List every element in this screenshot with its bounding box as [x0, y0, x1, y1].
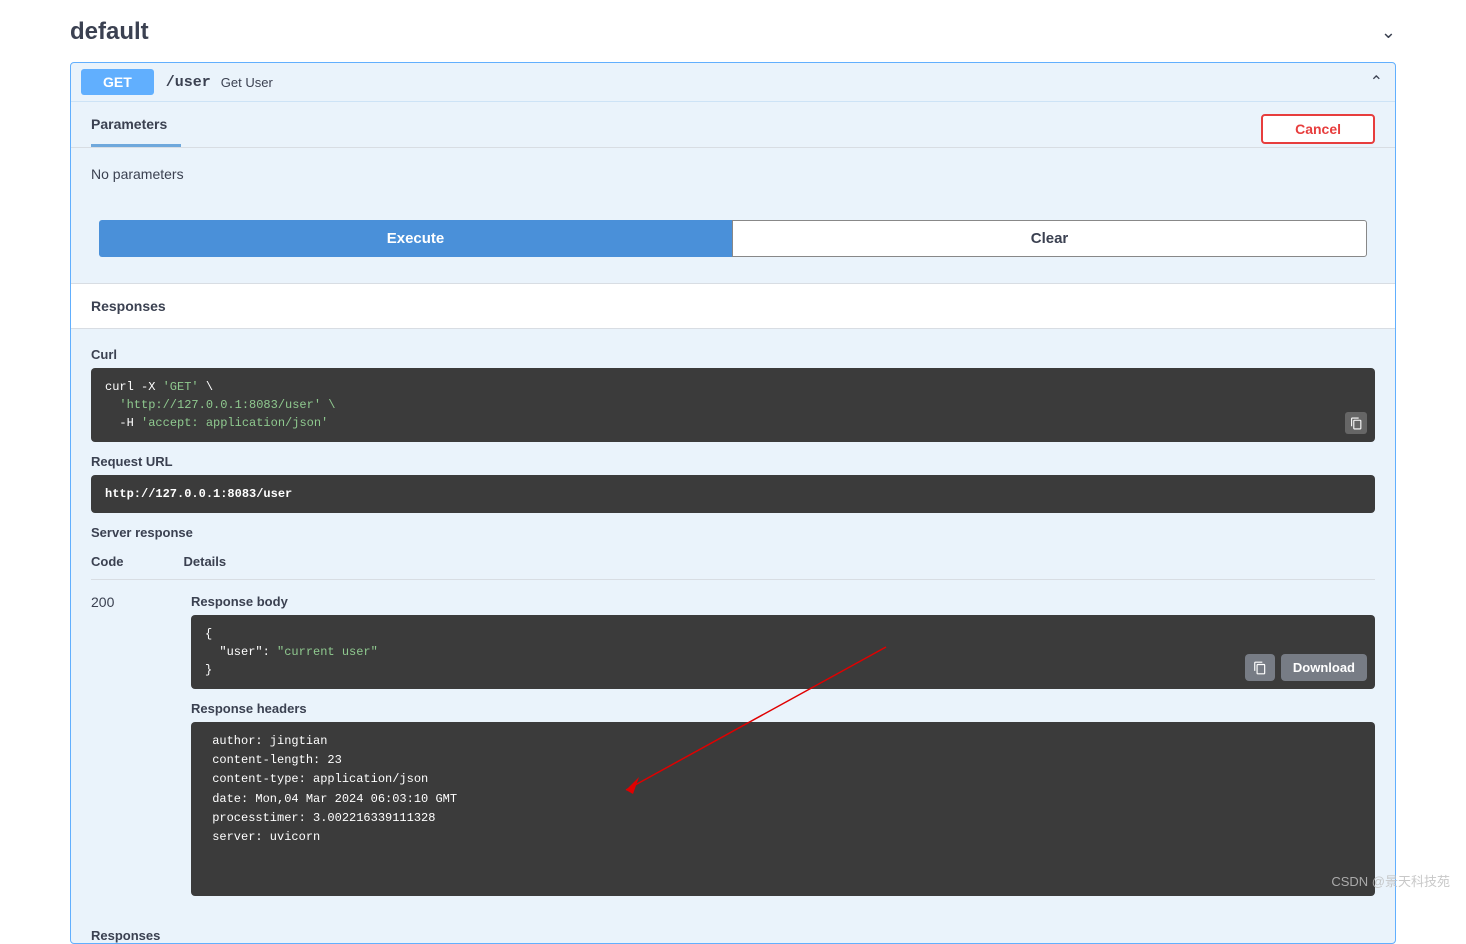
- operation-summary: Get User: [221, 75, 273, 90]
- section-title: default: [70, 18, 149, 46]
- response-body-label: Response body: [191, 594, 1375, 609]
- clear-button[interactable]: Clear: [732, 220, 1367, 257]
- chevron-down-icon[interactable]: ⌄: [1381, 22, 1396, 43]
- download-button[interactable]: Download: [1281, 654, 1367, 681]
- response-body-block: { "user": "current user" } Download: [191, 615, 1375, 689]
- responses-footer-label: Responses: [71, 914, 1395, 943]
- tab-parameters[interactable]: Parameters: [91, 116, 167, 142]
- body-sep: :: [263, 645, 277, 659]
- columns-header: Code Details: [91, 554, 1375, 580]
- operation-body: Parameters Cancel No parameters Execute …: [71, 101, 1395, 943]
- cancel-button[interactable]: Cancel: [1261, 114, 1375, 144]
- action-row: Execute Clear: [71, 208, 1395, 283]
- response-headers-text: author: jingtian content-length: 23 cont…: [205, 734, 457, 844]
- body-actions: Download: [1245, 654, 1367, 681]
- operation-path: /user: [166, 74, 211, 91]
- response-headers-label: Response headers: [191, 701, 1375, 716]
- server-response-label: Server response: [91, 525, 1375, 540]
- response-row: 200 Response body { "user": "current use…: [91, 594, 1375, 896]
- watermark: CSDN @景天科技苑: [1331, 871, 1450, 890]
- response-details: Response body { "user": "current user" }…: [191, 594, 1375, 896]
- curl-label: Curl: [91, 347, 1375, 362]
- parameters-bar: Parameters Cancel: [71, 102, 1395, 144]
- curl-text: \: [199, 380, 213, 394]
- code-column-label: Code: [91, 554, 124, 569]
- response-code: 200: [91, 594, 131, 896]
- body-brace: {: [205, 627, 212, 641]
- http-method-badge: GET: [81, 69, 154, 95]
- operation-block: GET /user Get User ⌃ Parameters Cancel N…: [70, 62, 1396, 944]
- body-key: "user": [205, 645, 263, 659]
- section-header[interactable]: default ⌄: [70, 0, 1396, 54]
- curl-method: 'GET': [163, 380, 199, 394]
- curl-header: 'accept: application/json': [141, 416, 328, 430]
- body-value: "current user": [277, 645, 378, 659]
- execute-button[interactable]: Execute: [99, 220, 732, 257]
- responses-content: Curl curl -X 'GET' \ 'http://127.0.0.1:8…: [71, 329, 1395, 914]
- copy-icon[interactable]: [1245, 654, 1275, 681]
- request-url-block: http://127.0.0.1:8083/user: [91, 475, 1375, 513]
- chevron-up-icon[interactable]: ⌃: [1370, 72, 1383, 92]
- curl-url: 'http://127.0.0.1:8083/user' \: [105, 398, 335, 412]
- body-brace: }: [205, 663, 212, 677]
- request-url-text: http://127.0.0.1:8083/user: [105, 487, 292, 501]
- no-parameters-text: No parameters: [71, 148, 1395, 208]
- curl-block: curl -X 'GET' \ 'http://127.0.0.1:8083/u…: [91, 368, 1375, 442]
- responses-heading: Responses: [71, 283, 1395, 329]
- curl-text: -H: [105, 416, 141, 430]
- details-column-label: Details: [184, 554, 227, 569]
- response-headers-block: author: jingtian content-length: 23 cont…: [191, 722, 1375, 896]
- operation-header[interactable]: GET /user Get User ⌃: [71, 63, 1395, 101]
- copy-icon[interactable]: [1345, 412, 1367, 434]
- curl-text: curl -X: [105, 380, 163, 394]
- request-url-label: Request URL: [91, 454, 1375, 469]
